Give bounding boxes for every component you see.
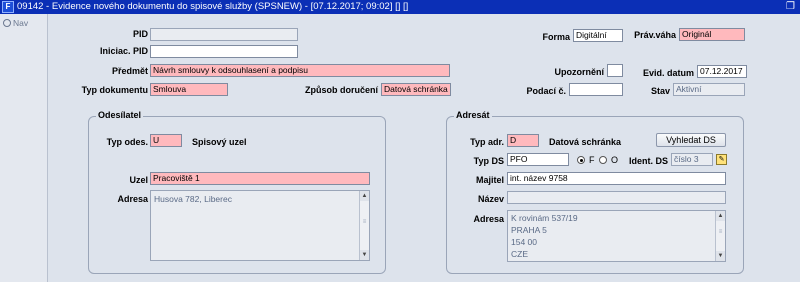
typ-adr-label: Typ adr. (470, 137, 504, 147)
iniciac-pid-label: Iniciac. PID (99, 46, 148, 56)
predmet-label: Předmět (111, 66, 148, 76)
app-icon: F (2, 1, 14, 13)
edit-lookup-icon[interactable]: ✎ (716, 154, 727, 165)
typ-ds-radio-f[interactable] (577, 156, 585, 164)
podaci-c-label: Podací č. (526, 86, 566, 96)
adr-adresa-line: K rovinám 537/19 (511, 213, 578, 223)
adr-adresa-label: Adresa (473, 214, 504, 224)
typ-ds-field[interactable]: PFO (507, 153, 569, 166)
forma-label: Forma (542, 32, 570, 42)
majitel-field[interactable]: int. název 9758 (507, 172, 726, 185)
restore-window-icon[interactable]: ❐ (786, 1, 795, 13)
ident-ds-field: číslo 3 (671, 153, 713, 166)
scroll-up-icon[interactable]: ▲ (716, 211, 725, 221)
scroll-up-icon[interactable]: ▲ (360, 191, 369, 201)
majitel-label: Majitel (475, 175, 504, 185)
pid-field (150, 28, 298, 41)
forma-field[interactable]: Digitální (573, 29, 623, 42)
odesilatel-title: Odesílatel (96, 110, 144, 120)
stav-label: Stav (650, 86, 670, 96)
zpusob-doruceni-field[interactable]: Datová schránka (381, 83, 451, 96)
adr-adresa-line: CZE (511, 249, 528, 259)
nazev-label: Název (477, 194, 504, 204)
uzel-label: Uzel (129, 175, 148, 185)
odes-adresa-field[interactable]: Husova 782, Liberec ▲ ≡ ▼ (150, 190, 370, 261)
vyhledat-ds-button[interactable]: Vyhledat DS (656, 133, 726, 147)
typ-odes-label: Typ odes. (106, 137, 148, 147)
scroll-down-icon[interactable]: ▼ (360, 250, 369, 260)
prav-vaha-field[interactable]: Originál (679, 28, 745, 41)
iniciac-pid-field[interactable] (150, 45, 298, 58)
typ-odes-desc: Spisový uzel (192, 137, 247, 147)
nav-label: Nav (13, 18, 29, 28)
window-titlebar: F 09142 - Evidence nového dokumentu do s… (0, 0, 800, 14)
ident-ds-label: Ident. DS (628, 156, 668, 166)
typ-dokumentu-field[interactable]: Smlouva (150, 83, 228, 96)
adr-adresa-scrollbar[interactable]: ▲ ≡ ▼ (715, 211, 725, 261)
evid-datum-label: Evid. datum (642, 68, 694, 78)
podaci-c-field[interactable] (569, 83, 623, 96)
typ-ds-radio-f-label: F (589, 155, 595, 165)
upozorneni-field[interactable] (607, 64, 623, 77)
scroll-grip-icon[interactable]: ≡ (717, 229, 724, 241)
evid-datum-field[interactable]: 07.12.2017 (697, 65, 747, 78)
scroll-down-icon[interactable]: ▼ (716, 251, 725, 261)
adr-adresa-line: 154 00 (511, 237, 537, 247)
upozorneni-label: Upozornění (554, 67, 605, 77)
odes-adresa-text: Husova 782, Liberec (154, 194, 232, 204)
typ-odes-field[interactable]: U (150, 134, 182, 147)
odes-adresa-label: Adresa (117, 194, 148, 204)
typ-adr-field[interactable]: D (507, 134, 539, 147)
scroll-grip-icon[interactable]: ≡ (361, 219, 368, 231)
nav-link[interactable]: Nav (3, 18, 28, 28)
pid-label: PID (132, 29, 148, 39)
window-title: 09142 - Evidence nového dokumentu do spi… (17, 1, 409, 12)
typ-adr-desc: Datová schránka (549, 137, 622, 147)
adr-adresa-line: PRAHA 5 (511, 225, 547, 235)
uzel-field[interactable]: Pracoviště 1 (150, 172, 370, 185)
typ-ds-radio-o-label: O (611, 155, 619, 165)
zpusob-doruceni-label: Způsob doručení (305, 85, 378, 95)
adr-adresa-field[interactable]: K rovinám 537/19 PRAHA 5 154 00 CZE ▲ ≡ … (507, 210, 726, 262)
typ-dokumentu-label: Typ dokumentu (81, 85, 148, 95)
stav-field: Aktivní (673, 83, 745, 96)
typ-ds-label: Typ DS (473, 156, 504, 166)
prav-vaha-label: Práv.váha (634, 30, 676, 40)
predmet-field[interactable]: Návrh smlouvy k odsouhlasení a podpisu (150, 64, 450, 77)
adresat-title: Adresát (454, 110, 492, 120)
nazev-field (507, 191, 726, 204)
odes-adresa-scrollbar[interactable]: ▲ ≡ ▼ (359, 191, 369, 260)
left-nav-panel: Nav (0, 14, 48, 282)
nav-icon (3, 19, 11, 27)
typ-ds-radio-o[interactable] (599, 156, 607, 164)
